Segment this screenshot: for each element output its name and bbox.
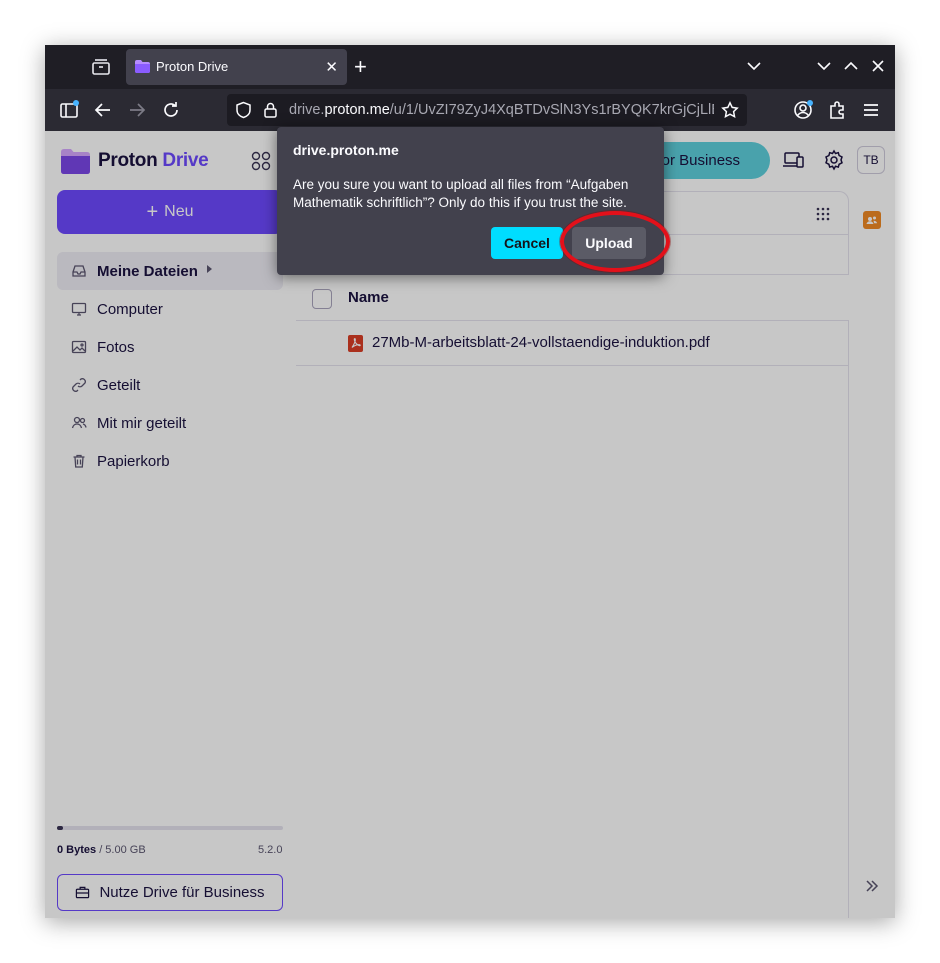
sidebar-toggle-icon[interactable] — [58, 99, 80, 121]
folder-favicon-icon — [135, 60, 150, 73]
menu-icon[interactable] — [860, 99, 882, 121]
bookmark-star-icon[interactable] — [721, 101, 739, 119]
url-text[interactable]: drive.proton.me/u/1/UvZI79ZyJ4XqBTDvSlN3… — [289, 102, 714, 118]
reload-icon[interactable] — [160, 99, 182, 121]
navigation-bar: drive.proton.me/u/1/UvZI79ZyJ4XqBTDvSlN3… — [45, 89, 895, 131]
tab-close-icon[interactable]: ✕ — [325, 58, 338, 76]
dialog-title: drive.proton.me — [293, 142, 399, 158]
close-window-icon[interactable] — [869, 57, 887, 75]
tab-list-chevron-icon[interactable] — [745, 57, 763, 75]
upload-button-highlight — [560, 211, 670, 272]
extensions-icon[interactable] — [826, 99, 848, 121]
browser-window: Proton Drive ✕ + drive.proton.me/u/1/UvZ… — [45, 45, 895, 918]
tab-proton-drive[interactable]: Proton Drive ✕ — [126, 49, 347, 85]
forward-icon[interactable] — [126, 99, 148, 121]
minimize-icon[interactable] — [815, 57, 833, 75]
tab-overview-icon[interactable] — [89, 55, 113, 79]
maximize-icon[interactable] — [842, 57, 860, 75]
tab-bar: Proton Drive ✕ + — [45, 45, 895, 89]
cancel-button[interactable]: Cancel — [491, 227, 563, 259]
new-tab-icon[interactable]: + — [354, 53, 367, 81]
shield-icon[interactable] — [235, 101, 252, 119]
lock-icon[interactable] — [263, 101, 278, 119]
account-icon[interactable] — [792, 99, 814, 121]
url-bar[interactable]: drive.proton.me/u/1/UvZI79ZyJ4XqBTDvSlN3… — [227, 94, 747, 126]
back-icon[interactable] — [92, 99, 114, 121]
dialog-message: Are you sure you want to upload all file… — [293, 177, 629, 210]
tab-title: Proton Drive — [156, 59, 229, 74]
